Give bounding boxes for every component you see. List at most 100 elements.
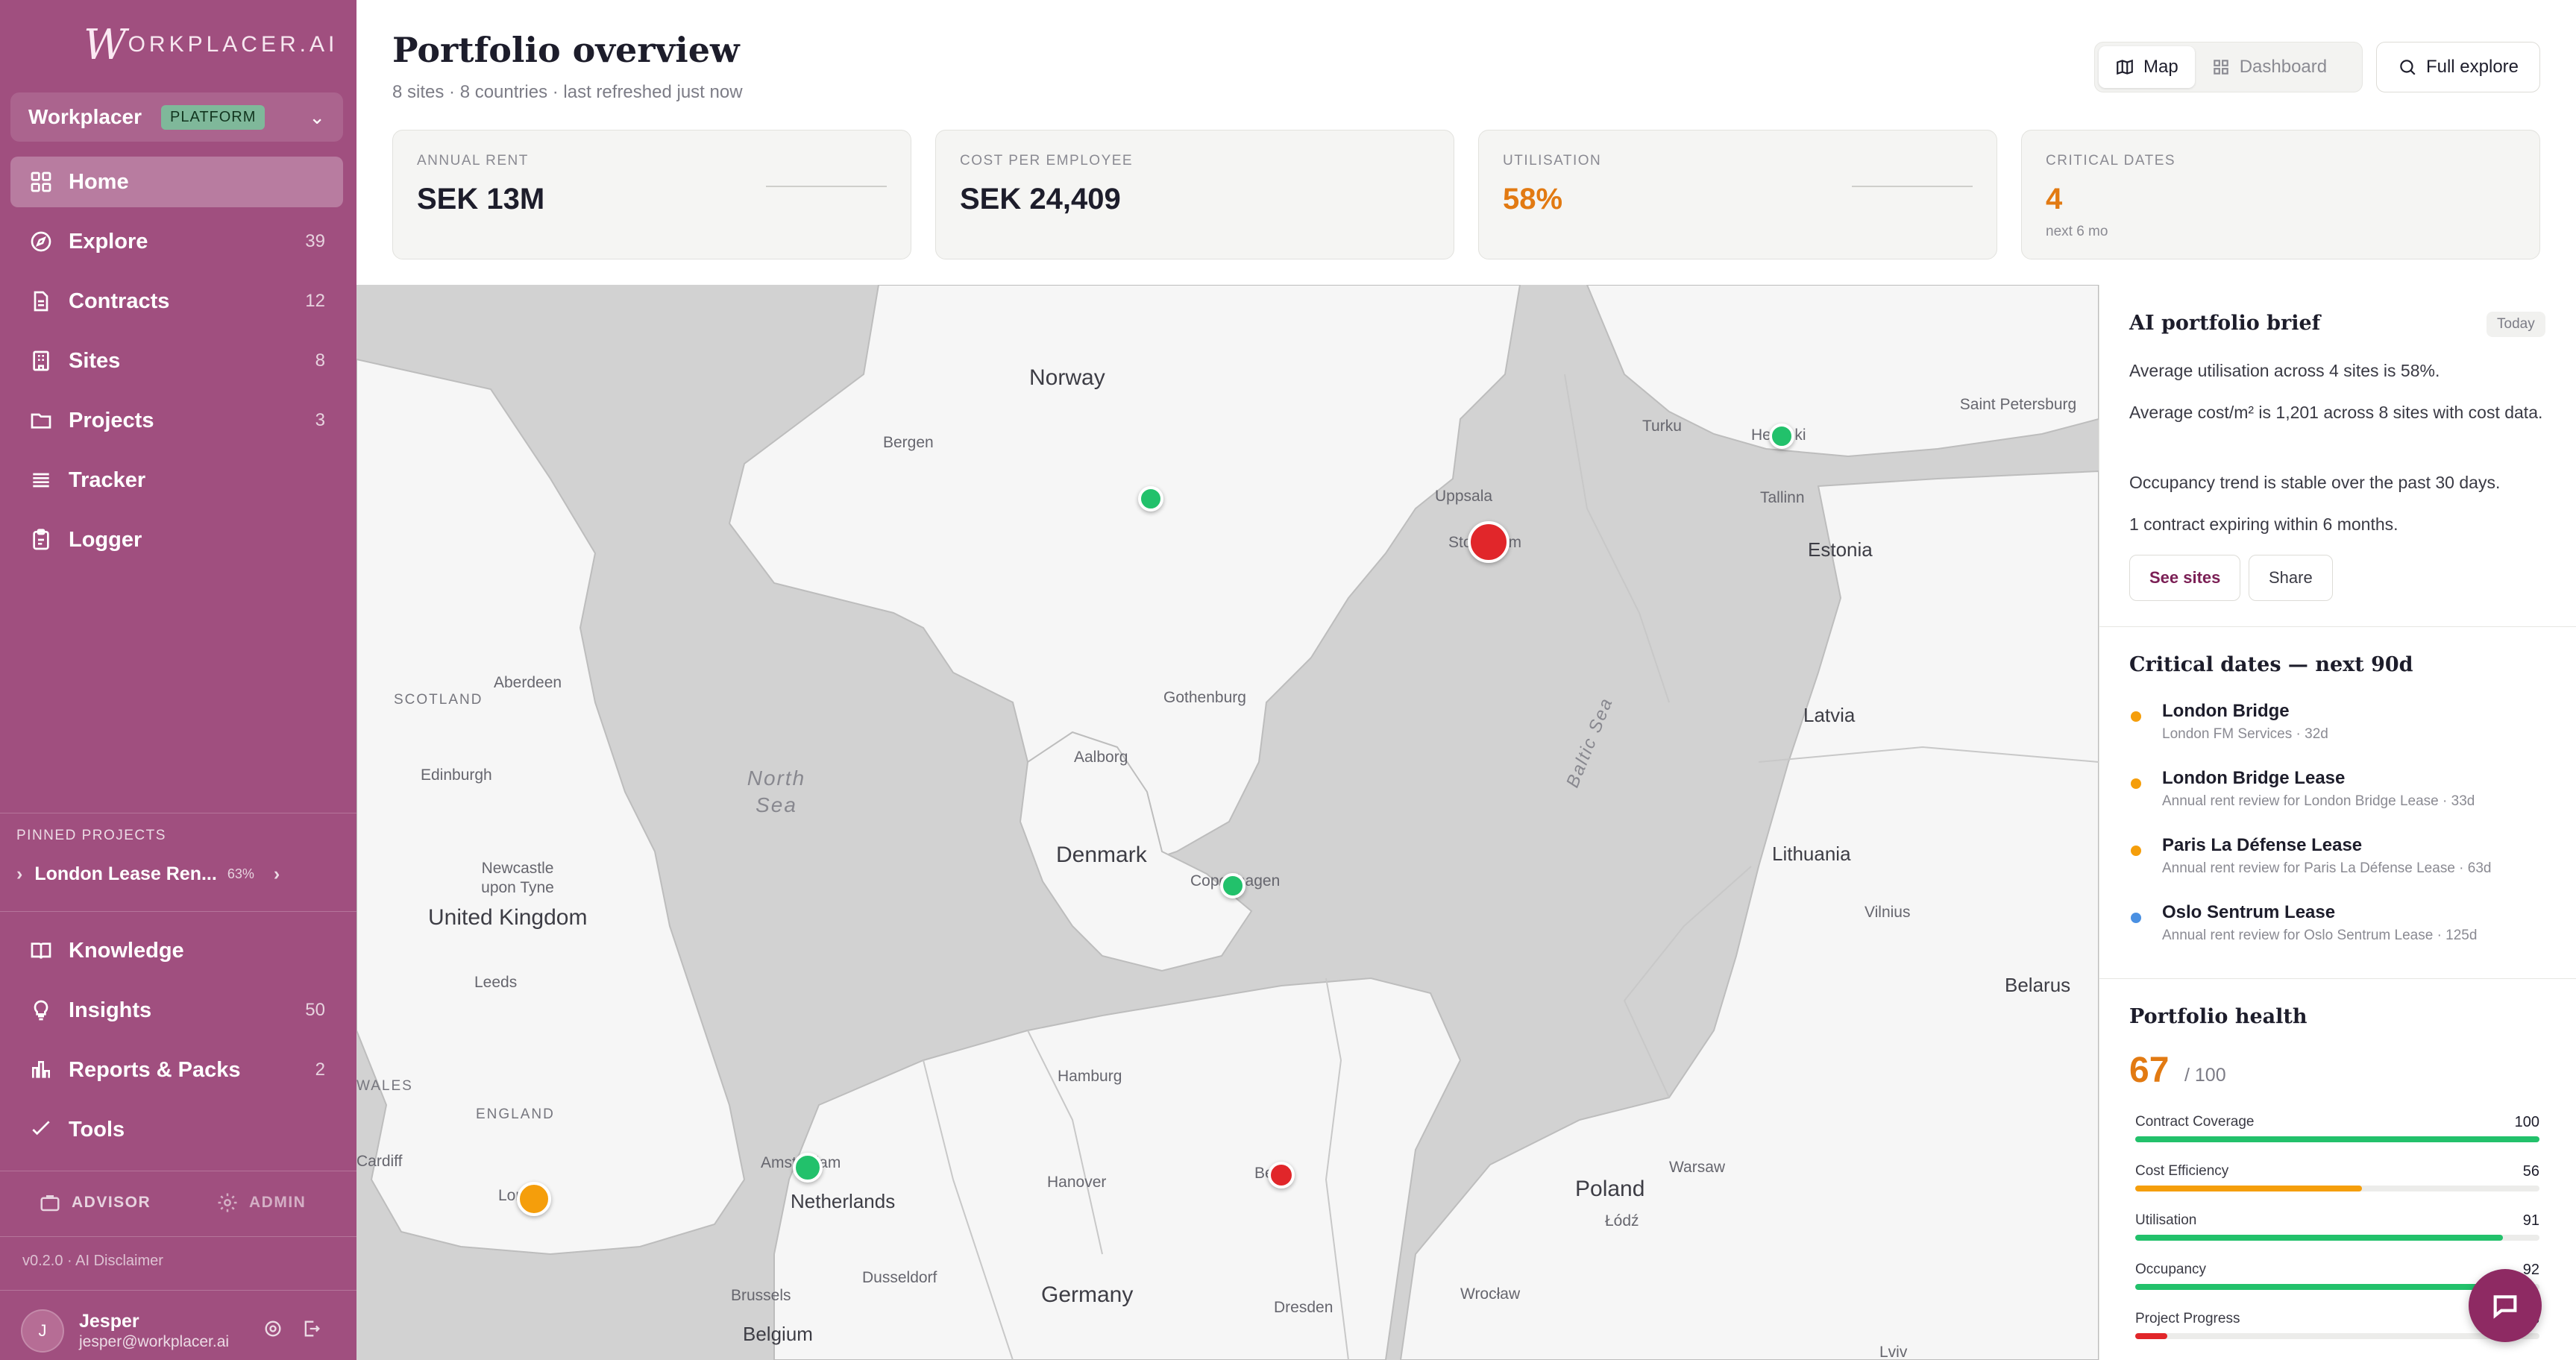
site-marker-amsterdam[interactable] (793, 1153, 823, 1183)
critical-date-name: Paris La Défense Lease (2162, 835, 2363, 855)
map-label-scotland: SCOTLAND (394, 692, 483, 708)
map-label-uk: United Kingdom (428, 905, 588, 930)
nav-logger[interactable]: Logger (10, 514, 343, 565)
admin-mode-toggle[interactable]: ADMIN (216, 1191, 306, 1214)
dashboard-view-button[interactable]: Dashboard (2195, 46, 2343, 88)
chevron-right-icon: › (273, 863, 280, 884)
settings-icon[interactable] (263, 1318, 285, 1341)
nav-sites[interactable]: Sites 8 (10, 336, 343, 386)
page-subtitle: 8 sites · 8 countries · last refreshed j… (392, 82, 743, 102)
health-metric-row: Occupancy 92 (2135, 1262, 2539, 1290)
kpi-annual-rent[interactable]: ANNUAL RENT SEK 13M (392, 130, 911, 259)
page-title: Portfolio overview (392, 30, 740, 70)
sidebar-divider (0, 1290, 356, 1291)
nav-label: Projects (69, 408, 154, 432)
workplacer-logo[interactable]: W ORKPLACER.AI (84, 21, 338, 69)
metric-bar-fill (2135, 1186, 2362, 1191)
clipboard-icon (28, 527, 54, 552)
document-icon (28, 289, 54, 314)
map-label-estonia: Estonia (1808, 538, 1873, 561)
map-label-lodz: Łódź (1605, 1212, 1639, 1230)
critical-date-name: London Bridge (2162, 701, 2290, 721)
full-explore-button[interactable]: Full explore (2376, 42, 2540, 92)
metric-name: Occupancy (2135, 1262, 2207, 1277)
map-label-hanover: Hanover (1047, 1174, 1107, 1191)
nav-reports[interactable]: Reports & Packs 2 (10, 1045, 343, 1095)
map-label-uppsala: Uppsala (1435, 488, 1493, 505)
nav-count: 2 (315, 1060, 325, 1080)
kpi-label: ANNUAL RENT (417, 153, 529, 169)
book-icon (28, 938, 54, 963)
nav-label: Insights (69, 998, 152, 1022)
brief-line: 1 contract expiring within 6 months. (2129, 514, 2398, 534)
nav-label: Knowledge (69, 938, 184, 963)
status-dot (2131, 711, 2141, 722)
map-label-germany: Germany (1041, 1282, 1134, 1307)
site-marker-copenhagen[interactable] (1220, 873, 1245, 898)
health-score: 67 (2129, 1051, 2170, 1090)
nav-explore[interactable]: Explore 39 (10, 216, 343, 267)
sidebar-divider (0, 911, 356, 912)
kpi-critical-dates[interactable]: CRITICAL DATES 4 next 6 mo (2021, 130, 2540, 259)
logout-icon[interactable] (301, 1318, 324, 1341)
site-marker-helsinki[interactable] (1769, 424, 1794, 449)
portfolio-map[interactable]: Norway Denmark United Kingdom Netherland… (356, 285, 2099, 1360)
kpi-utilisation[interactable]: UTILISATION 58% (1478, 130, 1997, 259)
avatar-initial: J (38, 1321, 47, 1340)
map-label-north-sea: North Sea (747, 766, 806, 816)
today-badge: Today (2487, 312, 2545, 337)
nav-count: 39 (305, 231, 325, 251)
map-label-brussels: Brussels (731, 1287, 791, 1304)
dashboard-grid-icon (2213, 60, 2228, 75)
chevron-right-icon: › (16, 863, 23, 884)
advisor-mode-toggle[interactable]: ADVISOR (39, 1191, 151, 1214)
nav-count: 12 (305, 291, 325, 311)
metric-name: Contract Coverage (2135, 1114, 2255, 1130)
map-label-aberdeen: Aberdeen (494, 674, 562, 691)
nav-knowledge[interactable]: Knowledge (10, 925, 343, 976)
nav-insights[interactable]: Insights 50 (10, 985, 343, 1036)
avatar[interactable]: J (21, 1309, 64, 1353)
site-marker-london[interactable] (517, 1182, 551, 1216)
map-label-newcastle: Newcastle upon Tyne (481, 860, 554, 896)
site-marker-berlin[interactable] (1268, 1162, 1295, 1189)
map-label-aalborg: Aalborg (1074, 749, 1128, 766)
kpi-cost-per-employee[interactable]: COST PER EMPLOYEE SEK 24,409 (935, 130, 1454, 259)
folder-icon (28, 408, 54, 433)
nav-label: Tools (69, 1117, 125, 1142)
map-label-warsaw: Warsaw (1669, 1159, 1726, 1176)
nav-tools[interactable]: Tools (10, 1104, 343, 1155)
kpi-value: SEK 24,409 (960, 183, 1121, 215)
nav-count: 3 (315, 410, 325, 430)
health-metric-row: Contract Coverage 100 (2135, 1114, 2539, 1142)
building-icon (28, 348, 54, 374)
pinned-project-item[interactable]: › London Lease Ren... 63% › (16, 863, 330, 885)
map-label-lithuania: Lithuania (1772, 843, 1851, 865)
nav-label: Sites (69, 348, 121, 373)
nav-count: 8 (315, 350, 325, 371)
site-marker-oslo[interactable] (1138, 486, 1163, 511)
critical-dates-title: Critical dates — next 90d (2129, 653, 2413, 676)
chat-assistant-button[interactable] (2469, 1269, 2542, 1342)
org-switcher[interactable]: Workplacer PLATFORM ⌄ (10, 92, 343, 142)
kpi-label: CRITICAL DATES (2046, 153, 2176, 169)
map-view-button[interactable]: Map (2099, 46, 2195, 88)
ai-brief-title: AI portfolio brief (2129, 312, 2321, 335)
nav-projects[interactable]: Projects 3 (10, 395, 343, 446)
nav-contracts[interactable]: Contracts 12 (10, 276, 343, 327)
full-explore-label: Full explore (2425, 57, 2519, 77)
version-disclaimer-link[interactable]: v0.2.0 · AI Disclaimer (22, 1253, 163, 1270)
nav-home[interactable]: Home (10, 157, 343, 207)
insights-panel: AI portfolio brief Today Average utilisa… (2099, 285, 2576, 1360)
map-label-cardiff: Cardiff (356, 1153, 403, 1170)
share-button[interactable]: Share (2249, 555, 2333, 601)
map-view-label: Map (2143, 57, 2178, 77)
see-sites-button[interactable]: See sites (2129, 555, 2241, 601)
nav-tracker[interactable]: Tracker (10, 455, 343, 506)
site-marker-stockholm[interactable] (1468, 521, 1510, 563)
map-label-latvia: Latvia (1803, 704, 1856, 726)
map-label-tallinn: Tallinn (1760, 489, 1805, 506)
critical-date-detail: Annual rent review for Oslo Sentrum Leas… (2162, 928, 2478, 943)
kpi-label: UTILISATION (1503, 153, 1602, 169)
critical-date-name: Oslo Sentrum Lease (2162, 902, 2336, 922)
